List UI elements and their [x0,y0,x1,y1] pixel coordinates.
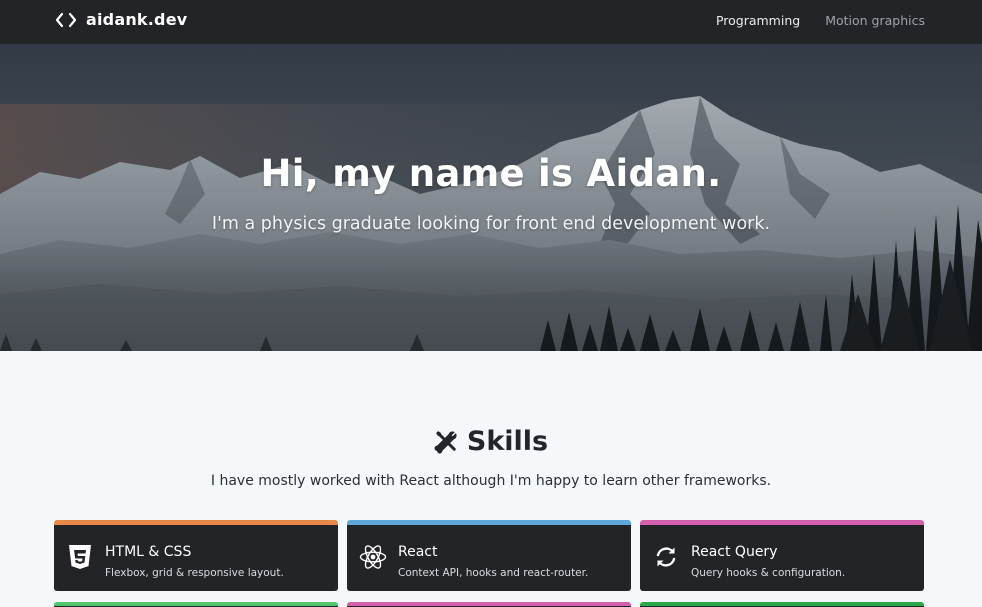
nav-link-programming[interactable]: Programming [716,13,800,28]
code-icon [55,12,77,27]
refresh-icon [656,547,676,567]
skill-card-react-query[interactable]: React Query Query hooks & configuration. [640,520,924,591]
navbar: aidank.dev Programming Motion graphics [0,0,982,44]
skill-card-desc: Query hooks & configuration. [691,567,846,579]
react-icon [359,545,387,569]
skill-card-desc: Flexbox, grid & responsive layout. [105,567,284,579]
skill-card-title: React [398,544,438,560]
hero-subtitle: I'm a physics graduate looking for front… [211,214,771,234]
skills-title: Skills [466,426,549,457]
nav-links: Programming Motion graphics [716,13,925,28]
nav-link-motion-graphics[interactable]: Motion graphics [825,13,925,28]
skills-heading: Skills [0,426,982,457]
skill-card-partial[interactable] [640,602,924,607]
skill-card-partial[interactable] [347,602,631,607]
brand-link[interactable]: aidank.dev [55,10,187,29]
skill-card-title: HTML & CSS [105,544,192,560]
skill-card-html-css[interactable]: HTML & CSS Flexbox, grid & responsive la… [54,520,338,591]
skill-card-desc: Context API, hooks and react-router. [398,567,589,579]
tools-icon [434,431,457,454]
hero-banner: Hi, my name is Aidan. I'm a physics grad… [0,44,982,351]
mountain-background-image [0,44,982,351]
hero-title: Hi, my name is Aidan. [260,152,722,195]
skill-card-react[interactable]: React Context API, hooks and react-route… [347,520,631,591]
skill-card-title: React Query [691,544,778,560]
css3-icon [69,545,91,569]
skill-card-partial[interactable] [54,602,338,607]
skills-description: I have mostly worked with React although… [210,473,772,489]
brand-name: aidank.dev [86,10,188,29]
